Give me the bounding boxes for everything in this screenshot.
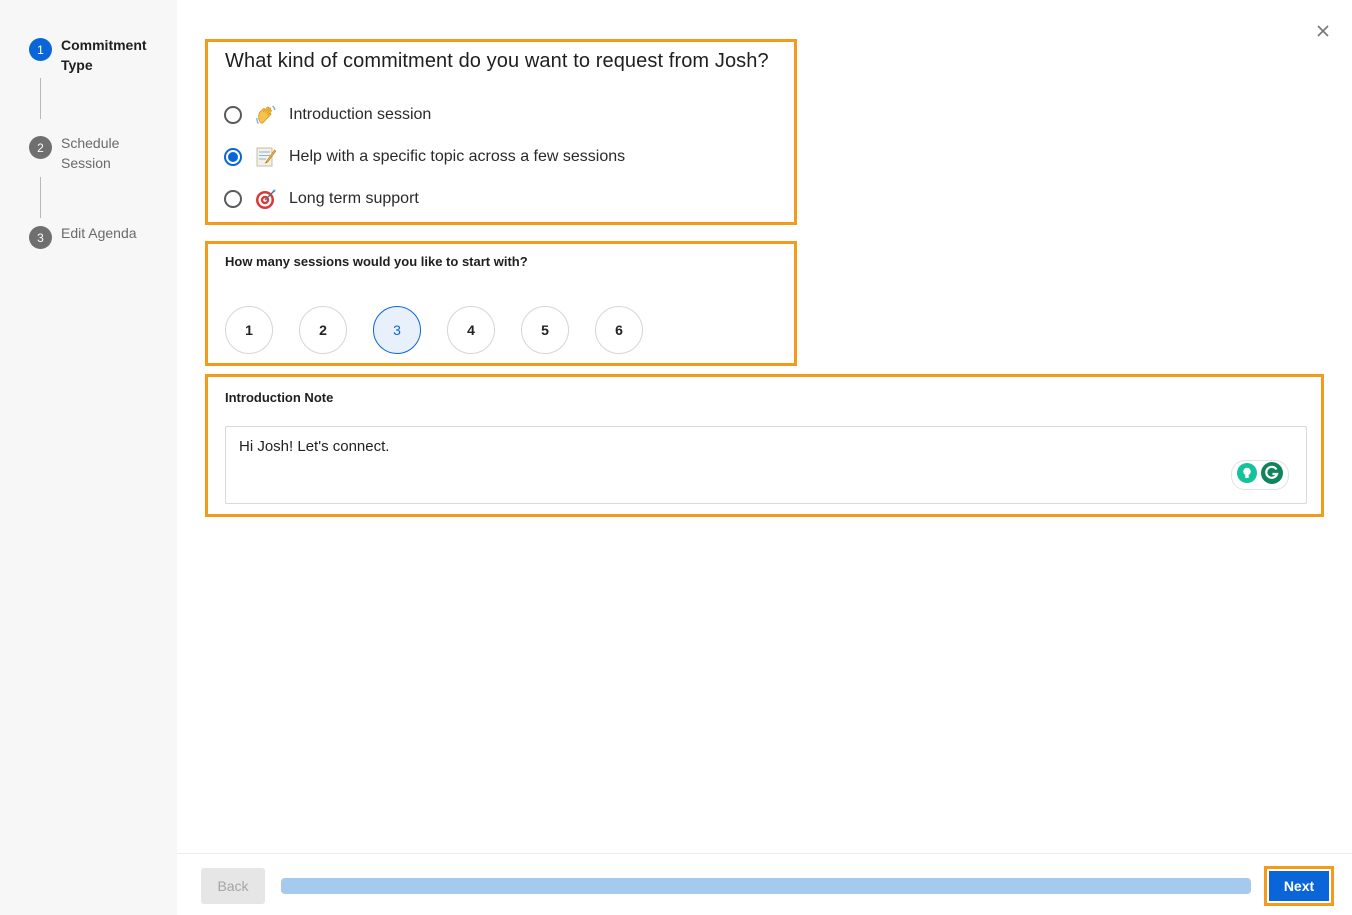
session-count-6[interactable]: 6 — [595, 306, 643, 354]
option-label: Help with a specific topic across a few … — [289, 148, 626, 165]
grammarly-widget[interactable] — [1231, 460, 1289, 490]
step-connector — [40, 177, 41, 218]
step-number: 1 — [29, 38, 52, 61]
step-schedule-session[interactable]: 2 Schedule Session — [29, 135, 161, 173]
option-specific-topic[interactable]: Help with a specific topic across a few … — [224, 144, 625, 170]
footer-divider — [177, 853, 1352, 854]
introduction-note-textarea[interactable]: Hi Josh! Let's connect. — [225, 426, 1307, 504]
step-label: Schedule Session — [61, 135, 120, 171]
direct-hit-icon — [254, 187, 278, 211]
session-count-3[interactable]: 3 — [373, 306, 421, 354]
step-label: Commitment Type — [61, 37, 147, 73]
session-count-question: How many sessions would you like to star… — [225, 254, 528, 269]
step-label: Edit Agenda — [61, 225, 137, 241]
step-number: 2 — [29, 136, 52, 159]
session-count-4[interactable]: 4 — [447, 306, 495, 354]
lightbulb-icon[interactable] — [1237, 462, 1257, 488]
waving-hand-icon — [254, 103, 278, 127]
grammarly-icon[interactable] — [1261, 461, 1283, 489]
progress-fill — [281, 878, 1251, 894]
option-label: Introduction session — [289, 106, 432, 123]
session-count-5[interactable]: 5 — [521, 306, 569, 354]
step-edit-agenda[interactable]: 3 Edit Agenda — [29, 225, 161, 249]
radio-button[interactable] — [224, 190, 242, 208]
introduction-note-text[interactable]: Hi Josh! Let's connect. — [239, 438, 389, 455]
next-button[interactable]: Next — [1269, 871, 1329, 901]
radio-button[interactable] — [224, 106, 242, 124]
close-icon[interactable] — [1312, 20, 1334, 42]
progress-bar — [281, 878, 1251, 894]
session-count-1[interactable]: 1 — [225, 306, 273, 354]
commitment-question: What kind of commitment do you want to r… — [225, 50, 769, 72]
step-connector — [40, 78, 41, 119]
option-introduction-session[interactable]: Introduction session — [224, 102, 431, 128]
radio-button[interactable] — [224, 148, 242, 166]
back-button[interactable]: Back — [201, 868, 265, 904]
option-label: Long term support — [289, 190, 419, 207]
step-number: 3 — [29, 226, 52, 249]
session-count-2[interactable]: 2 — [299, 306, 347, 354]
next-button-highlight: Next — [1264, 866, 1334, 906]
stepper-sidebar: 1 Commitment Type 2 Schedule Session 3 E… — [0, 0, 177, 915]
option-long-term-support[interactable]: Long term support — [224, 186, 419, 212]
memo-icon — [254, 145, 278, 169]
step-commitment-type[interactable]: 1 Commitment Type — [29, 37, 161, 75]
introduction-note-label: Introduction Note — [225, 390, 334, 405]
